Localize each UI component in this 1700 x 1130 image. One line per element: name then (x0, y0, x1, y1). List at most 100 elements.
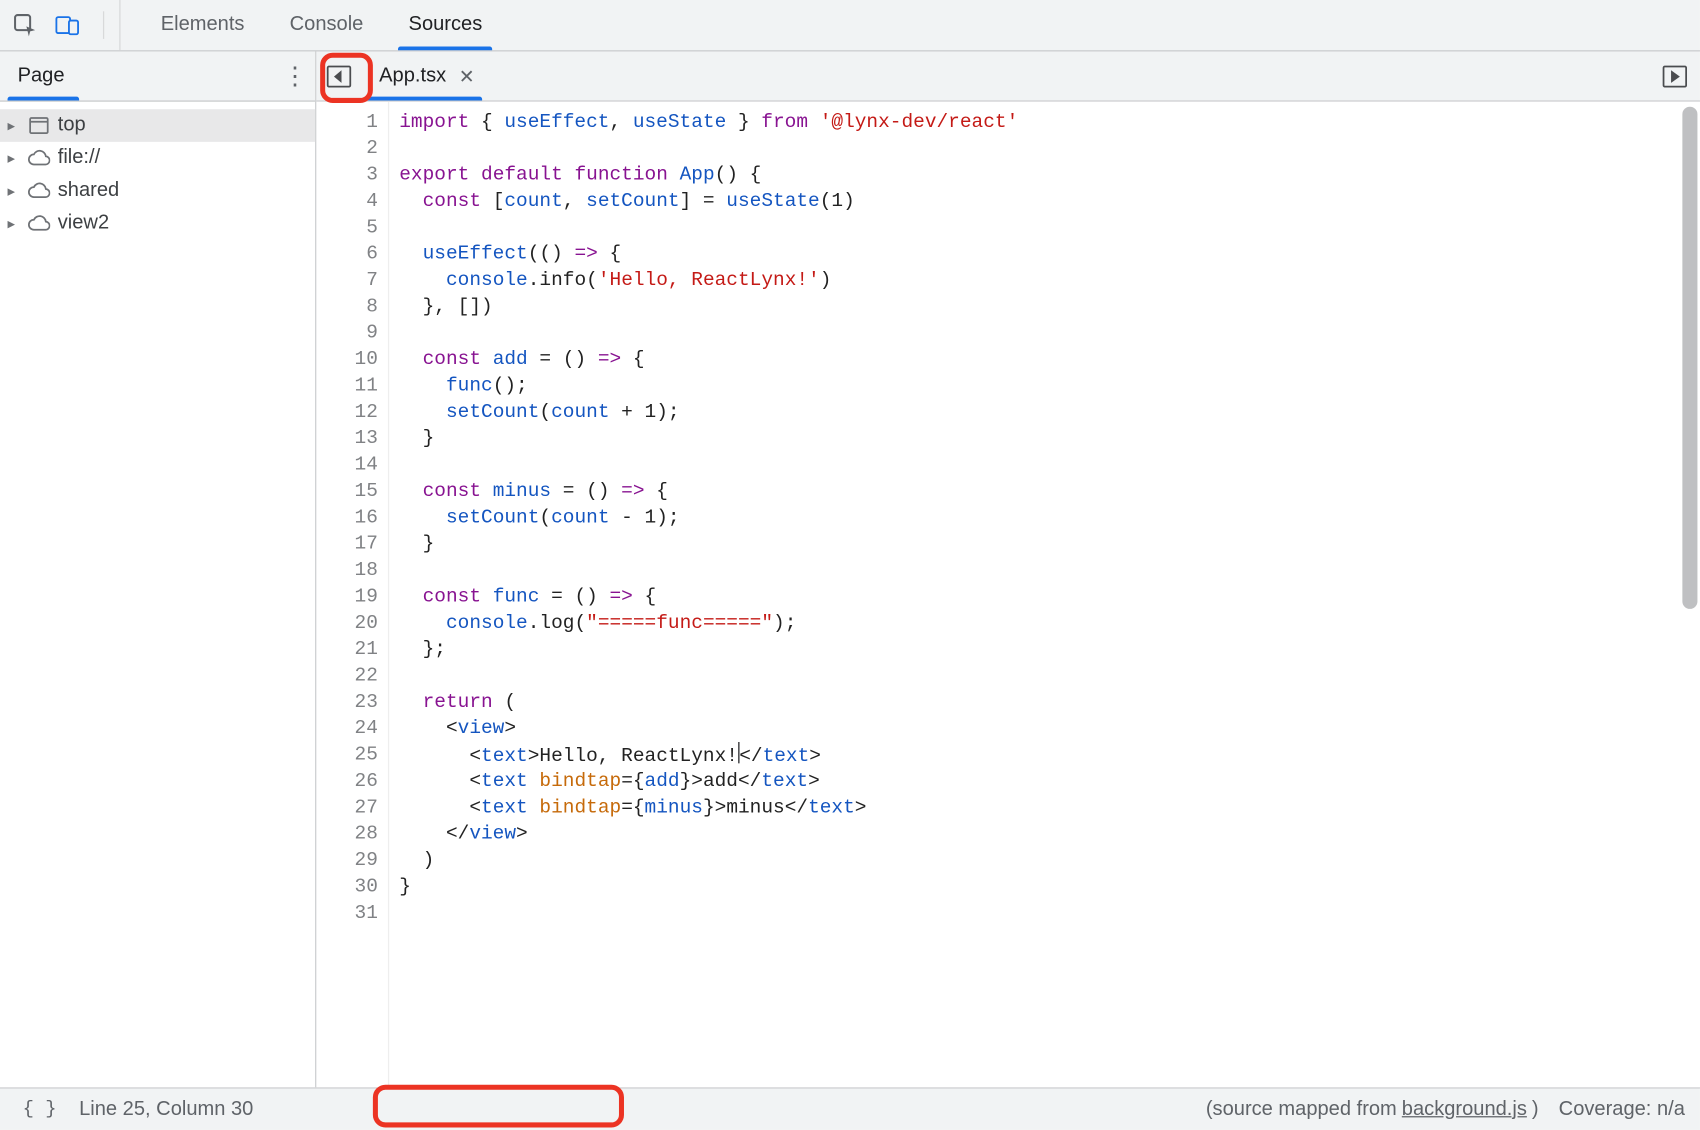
close-icon[interactable]: ✕ (459, 65, 475, 88)
tree-item-top[interactable]: ▸ top (0, 109, 315, 142)
devtools-tab-elements[interactable]: Elements (138, 0, 267, 50)
code-line[interactable]: const add = () => { (399, 347, 1700, 373)
code-line[interactable]: <text bindtap={minus}>minus</text> (399, 795, 1700, 821)
line-number[interactable]: 15 (316, 478, 378, 504)
sidebar-tab-page[interactable]: Page (0, 51, 87, 100)
cloud-icon (28, 182, 51, 200)
line-number[interactable]: 26 (316, 768, 378, 794)
code-line[interactable]: <view> (399, 716, 1700, 742)
line-number[interactable]: 22 (316, 663, 378, 689)
sources-sidebar: Page ⋮ ▸ top ▸ file:// ▸shared▸view2 (0, 51, 316, 1087)
tree-item-label: top (58, 114, 86, 137)
code-line[interactable]: <text bindtap={add}>add</text> (399, 768, 1700, 794)
code-line[interactable]: ) (399, 847, 1700, 873)
line-number[interactable]: 16 (316, 505, 378, 531)
line-number[interactable]: 17 (316, 531, 378, 557)
code-line[interactable]: func(); (399, 373, 1700, 399)
code-line[interactable] (399, 663, 1700, 689)
code-line[interactable]: console.info('Hello, ReactLynx!') (399, 267, 1700, 293)
chevron-right-icon: ▸ (8, 117, 21, 135)
editor-scrollbar[interactable] (1682, 107, 1697, 609)
code-line[interactable]: }, []) (399, 294, 1700, 320)
devtools-tab-sources[interactable]: Sources (386, 0, 505, 50)
source-mapped-suffix: ) (1532, 1098, 1539, 1121)
line-number[interactable]: 12 (316, 399, 378, 425)
file-tab-app-tsx[interactable]: App.tsx ✕ (362, 51, 487, 100)
cursor-position: Line 25, Column 30 (79, 1098, 253, 1121)
code-line[interactable]: <text>Hello, ReactLynx!</text> (399, 742, 1700, 768)
line-number[interactable]: 6 (316, 241, 378, 267)
code-line[interactable]: } (399, 874, 1700, 900)
line-number[interactable]: 11 (316, 373, 378, 399)
line-number[interactable]: 23 (316, 689, 378, 715)
code-line[interactable]: } (399, 531, 1700, 557)
code-line[interactable]: const [count, setCount] = useState(1) (399, 188, 1700, 214)
editor-column: App.tsx ✕ 123456789101112131415161718192… (316, 51, 1700, 1087)
tree-item-shared[interactable]: ▸shared (0, 175, 315, 208)
tree-item-label: shared (58, 180, 119, 203)
line-number[interactable]: 7 (316, 267, 378, 293)
chevron-right-icon: ▸ (8, 149, 21, 167)
code-line[interactable]: export default function App() { (399, 162, 1700, 188)
line-number[interactable]: 4 (316, 188, 378, 214)
code-line[interactable]: import { useEffect, useState } from '@ly… (399, 109, 1700, 135)
devtools-tab-console[interactable]: Console (267, 0, 386, 50)
line-number[interactable]: 30 (316, 874, 378, 900)
line-number[interactable]: 3 (316, 162, 378, 188)
tree-item-view2[interactable]: ▸view2 (0, 207, 315, 240)
code-line[interactable]: useEffect(() => { (399, 241, 1700, 267)
status-right: (source mapped from background.js ) Cove… (1206, 1098, 1685, 1121)
devtools-tabs: ElementsConsoleSources (121, 0, 505, 50)
collapse-sidebar-icon[interactable] (316, 51, 361, 100)
line-number[interactable]: 20 (316, 610, 378, 636)
line-number[interactable]: 28 (316, 821, 378, 847)
sidebar-tabbar: Page ⋮ (0, 51, 315, 101)
line-number[interactable]: 29 (316, 847, 378, 873)
code-line[interactable]: const minus = () => { (399, 478, 1700, 504)
line-number[interactable]: 27 (316, 795, 378, 821)
code-line[interactable] (399, 452, 1700, 478)
code-line[interactable]: setCount(count + 1); (399, 399, 1700, 425)
line-number[interactable]: 31 (316, 900, 378, 926)
code-line[interactable]: } (399, 426, 1700, 452)
main-area: Page ⋮ ▸ top ▸ file:// ▸shared▸view2 App.tsx… (0, 51, 1700, 1087)
file-tree: ▸ top ▸ file:// ▸shared▸view2 (0, 102, 315, 1088)
line-number[interactable]: 8 (316, 294, 378, 320)
code-line[interactable]: </view> (399, 821, 1700, 847)
line-number[interactable]: 1 (316, 109, 378, 135)
inspect-element-icon[interactable] (13, 13, 38, 38)
code-line[interactable]: return ( (399, 689, 1700, 715)
code-line[interactable] (399, 900, 1700, 926)
line-number[interactable]: 19 (316, 584, 378, 610)
line-number[interactable]: 25 (316, 742, 378, 768)
status-bar: { } Line 25, Column 30 (source mapped fr… (0, 1087, 1700, 1130)
tree-item-file-[interactable]: ▸ file:// (0, 142, 315, 175)
line-number[interactable]: 14 (316, 452, 378, 478)
device-toolbar-icon[interactable] (55, 13, 80, 38)
line-number[interactable]: 24 (316, 716, 378, 742)
code-line[interactable] (399, 320, 1700, 346)
toolbar-divider (103, 11, 104, 39)
line-number[interactable]: 2 (316, 136, 378, 162)
tree-item-label: file:// (58, 147, 100, 170)
code-editor[interactable]: 1234567891011121314151617181920212223242… (316, 102, 1700, 1088)
topbar-tools (0, 0, 121, 50)
code-line[interactable]: console.log("=====func====="); (399, 610, 1700, 636)
code-line[interactable]: }; (399, 637, 1700, 663)
code-content[interactable]: import { useEffect, useState } from '@ly… (389, 102, 1700, 1088)
line-number[interactable]: 18 (316, 557, 378, 583)
line-number[interactable]: 21 (316, 637, 378, 663)
code-line[interactable] (399, 557, 1700, 583)
pretty-print-button[interactable]: { } (15, 1099, 64, 1120)
source-mapped-file-link[interactable]: background.js (1402, 1098, 1527, 1121)
line-number[interactable]: 5 (316, 215, 378, 241)
code-line[interactable] (399, 136, 1700, 162)
code-line[interactable] (399, 215, 1700, 241)
code-line[interactable]: setCount(count - 1); (399, 505, 1700, 531)
show-debugger-icon[interactable] (1650, 51, 1700, 100)
line-number[interactable]: 9 (316, 320, 378, 346)
sidebar-more-icon[interactable]: ⋮ (275, 51, 315, 100)
line-number[interactable]: 13 (316, 426, 378, 452)
code-line[interactable]: const func = () => { (399, 584, 1700, 610)
line-number[interactable]: 10 (316, 347, 378, 373)
